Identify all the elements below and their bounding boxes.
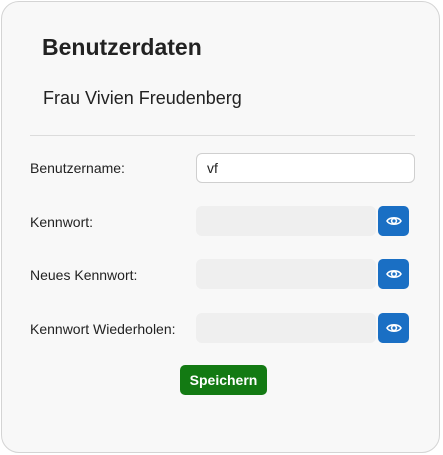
divider [30,135,415,136]
new-password-visibility-toggle-button[interactable] [378,259,409,289]
repeat-password-input[interactable] [196,313,376,343]
user-display-name: Frau Vivien Freudenberg [43,88,242,108]
user-data-card: Benutzerdaten Frau Vivien Freudenberg Be… [1,1,440,453]
repeat-password-visibility-toggle-button[interactable] [378,313,409,343]
password-input[interactable] [196,206,376,236]
new-password-label: Neues Kennwort: [30,267,138,283]
save-button[interactable]: Speichern [180,365,267,395]
page-title: Benutzerdaten [42,34,202,60]
repeat-password-label: Kennwort Wiederholen: [30,321,176,337]
eye-icon [385,215,402,227]
new-password-input[interactable] [196,259,376,289]
password-visibility-toggle-button[interactable] [378,206,409,236]
password-label: Kennwort: [30,214,94,230]
eye-icon [385,322,402,334]
username-label: Benutzername: [30,160,125,176]
eye-icon [385,268,402,280]
username-input[interactable] [196,153,415,183]
